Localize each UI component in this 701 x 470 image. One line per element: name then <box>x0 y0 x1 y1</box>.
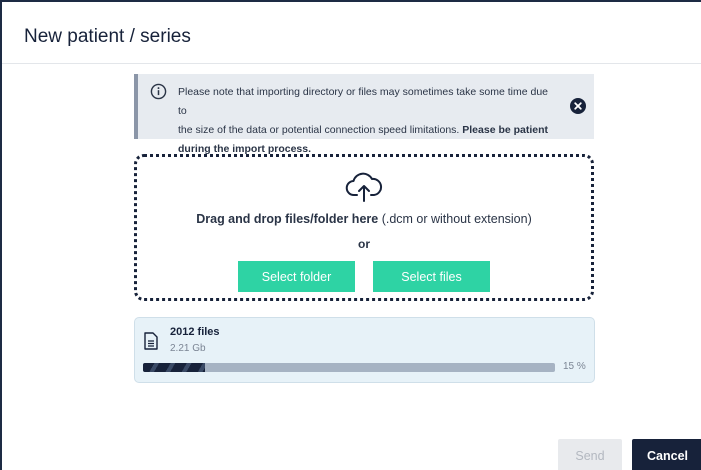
file-size: 2.21 Gb <box>170 343 206 354</box>
select-folder-button[interactable]: Select folder <box>238 261 355 292</box>
notice-line-1: Please note that importing directory or … <box>178 86 548 117</box>
info-icon <box>150 83 167 100</box>
file-icon <box>144 332 158 350</box>
send-button[interactable]: Send <box>558 439 622 470</box>
import-dialog: New patient / series Please note that im… <box>0 0 701 470</box>
file-count: 2012 files <box>170 326 220 338</box>
file-dropzone[interactable]: Drag and drop files/folder here (.dcm or… <box>134 154 594 301</box>
dropzone-or: or <box>358 237 370 251</box>
notice-line-2-bold: Please be patient <box>462 124 549 136</box>
select-files-button[interactable]: Select files <box>373 261 490 292</box>
upload-progress-bar <box>143 363 555 372</box>
cloud-upload-icon <box>345 172 383 202</box>
import-notice: Please note that importing directory or … <box>134 74 594 155</box>
upload-progress-label: 15 % <box>563 361 586 372</box>
dropzone-instructions-rest: (.dcm or without extension) <box>378 212 532 226</box>
notice-text: Please note that importing directory or … <box>178 83 558 159</box>
dropzone-instructions-bold: Drag and drop files/folder here <box>196 212 379 226</box>
upload-progress-card: 2012 files 2.21 Gb 15 % <box>134 317 595 383</box>
close-circle-icon[interactable] <box>570 98 586 114</box>
dropzone-instructions: Drag and drop files/folder here (.dcm or… <box>137 212 591 226</box>
dialog-title: New patient / series <box>24 26 191 47</box>
notice-line-2: the size of the data or potential connec… <box>178 121 558 140</box>
notice-line-2-text: the size of the data or potential connec… <box>178 124 463 136</box>
dialog-header: New patient / series <box>2 2 701 64</box>
upload-progress-fill <box>143 363 205 372</box>
cancel-button[interactable]: Cancel <box>632 439 701 470</box>
